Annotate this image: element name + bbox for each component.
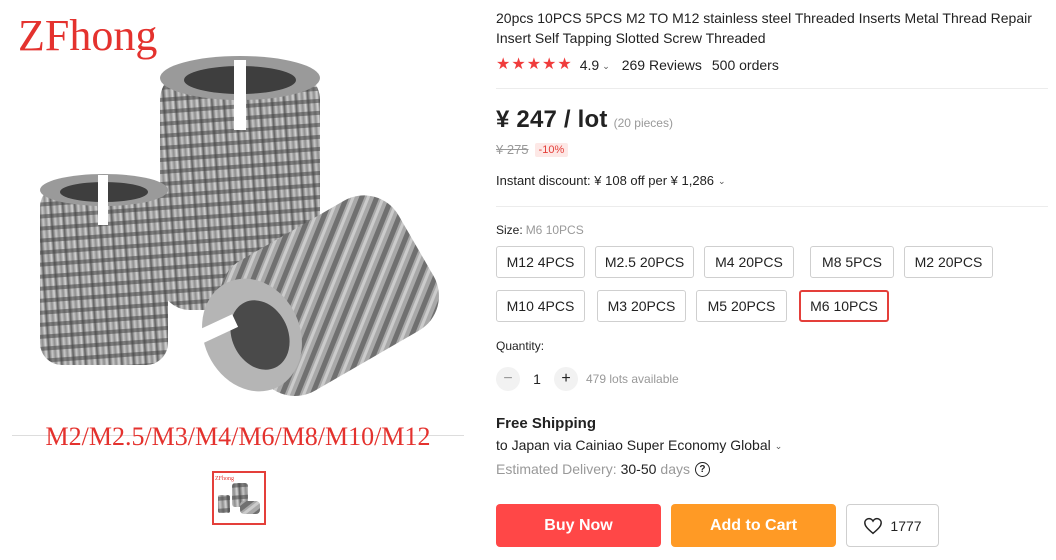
divider (496, 88, 1048, 89)
rating-value[interactable]: 4.9 (580, 57, 599, 73)
shipping-destination[interactable]: to Japan via Cainiao Super Economy Globa… (496, 437, 782, 453)
thumb-brand: ZFhong (215, 476, 234, 482)
star-icon: ★ (542, 56, 557, 73)
brand-watermark: ZFhong (18, 11, 157, 60)
size-option[interactable]: M5 20PCS (696, 290, 787, 322)
size-option[interactable]: M2 20PCS (904, 246, 993, 278)
lots-available: 479 lots available (586, 372, 679, 386)
product-title: 20pcs 10PCS 5PCS M2 TO M12 stainless ste… (496, 10, 1032, 46)
divider (496, 206, 1048, 207)
delivery-days: 30-50 (620, 461, 657, 477)
size-option[interactable]: M12 4PCS (496, 246, 585, 278)
wishlist-count: 1777 (890, 517, 922, 534)
shipping-title: Free Shipping (496, 415, 597, 432)
increase-quantity-button[interactable]: + (554, 367, 578, 391)
star-icon: ★ (526, 56, 542, 73)
quantity-value[interactable]: 1 (520, 371, 554, 387)
discount-badge: -10% (534, 142, 569, 157)
decrease-quantity-button[interactable]: − (496, 367, 520, 391)
chevron-down-icon[interactable]: ⌄ (602, 61, 610, 72)
delivery-label: Estimated Delivery: (496, 461, 617, 477)
star-icon: ★ (496, 56, 511, 73)
size-option[interactable]: M3 20PCS (597, 290, 686, 322)
star-rating: ★ ★ ★ ★ ★ (496, 57, 572, 73)
size-label-text: Size: (496, 223, 523, 237)
rating-row: ★ ★ ★ ★ ★ 4.9 ⌄ 269 Reviews 500 orders (496, 55, 779, 75)
estimated-delivery: Estimated Delivery: 30-50 days ? (496, 461, 710, 477)
original-price-row: ¥ 275 -10% (496, 142, 569, 157)
price-row: ¥ 247 / lot (20 pieces) (496, 106, 673, 134)
size-option[interactable]: M2.5 20PCS (595, 246, 694, 278)
size-option[interactable]: M4 20PCS (704, 246, 794, 278)
chevron-down-icon[interactable]: ⌄ (718, 176, 726, 187)
star-icon: ★ (511, 56, 526, 73)
help-icon[interactable]: ? (694, 461, 710, 477)
heart-icon (864, 517, 883, 534)
original-price: ¥ 275 (496, 142, 529, 157)
main-product-image[interactable]: ZFhong M2/M2.5/M3/M4/M6/M8/M10/M12 (12, 0, 464, 460)
wishlist-button[interactable]: 1777 (846, 504, 939, 547)
star-icon: ★ (557, 56, 572, 73)
pieces-count: (20 pieces) (613, 116, 673, 130)
image-gallery: ZFhong M2/M2.5/M3/M4/M6/M8/M10/M12 ZFhon… (0, 0, 480, 560)
buy-now-button[interactable]: Buy Now (496, 504, 661, 547)
chevron-down-icon[interactable]: ⌄ (775, 441, 783, 452)
orders-count: 500 orders (711, 57, 779, 73)
add-to-cart-button[interactable]: Add to Cart (671, 504, 836, 547)
threaded-inserts-photo: ZFhong M2/M2.5/M3/M4/M6/M8/M10/M12 (12, 11, 464, 451)
image-thumbnail[interactable]: ZFhong (212, 471, 266, 525)
size-option[interactable]: M8 5PCS (810, 246, 894, 278)
delivery-unit: days (660, 461, 690, 477)
sizes-caption: M2/M2.5/M3/M4/M6/M8/M10/M12 (45, 422, 430, 451)
size-selected: M6 10PCS (525, 223, 584, 237)
reviews-link[interactable]: 269 Reviews (622, 57, 702, 73)
instant-discount-text: Instant discount: ¥ 108 off per ¥ 1,286 (496, 173, 715, 188)
quantity-label: Quantity: (496, 339, 545, 353)
thumbnail-image: ZFhong (215, 476, 260, 514)
product-detail: 20pcs 10PCS 5PCS M2 TO M12 stainless ste… (496, 0, 1052, 560)
instant-discount[interactable]: Instant discount: ¥ 108 off per ¥ 1,286 … (496, 173, 726, 188)
size-option[interactable]: M10 4PCS (496, 290, 585, 322)
current-price: ¥ 247 / lot (496, 106, 608, 133)
quantity-stepper: − 1 + 479 lots available (496, 367, 679, 391)
size-option-selected[interactable]: M6 10PCS (799, 290, 889, 322)
shipping-destination-text: to Japan via Cainiao Super Economy Globa… (496, 437, 771, 453)
size-label: Size: M6 10PCS (496, 223, 584, 237)
